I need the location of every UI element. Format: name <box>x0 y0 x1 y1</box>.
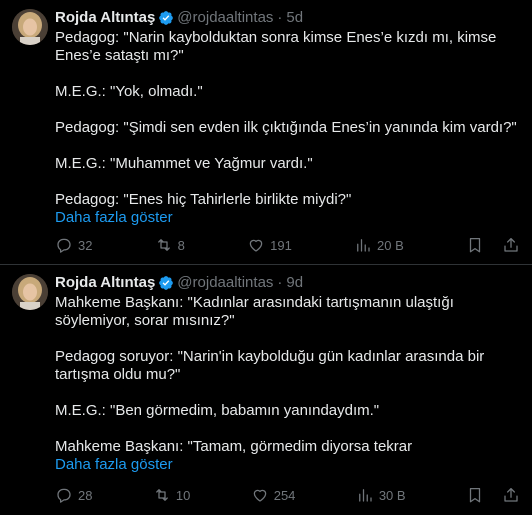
reply-icon <box>57 238 71 253</box>
heart-icon <box>253 489 266 502</box>
avatar[interactable] <box>12 9 48 45</box>
tweet-header: Rojda Altıntaş @rojdaaltintas · 9d <box>55 275 520 291</box>
share-icon <box>504 487 518 502</box>
like-button[interactable]: 254 <box>251 486 296 504</box>
author-name[interactable]: Rojda Altıntaş <box>55 275 155 291</box>
repost-count: 8 <box>177 237 185 253</box>
tweet-actions: 28 10 254 30 B <box>55 486 520 504</box>
views-button[interactable]: 30 B <box>356 486 406 504</box>
share-button[interactable] <box>502 486 520 504</box>
tweet-paragraph: Pedagog: "Narin kaybolduktan sonra kimse… <box>55 29 497 64</box>
bookmark-button[interactable] <box>466 486 484 504</box>
reply-button[interactable]: 32 <box>55 236 92 254</box>
like-button[interactable]: 191 <box>247 236 292 254</box>
views-chart-icon <box>358 489 372 502</box>
repost-icon <box>157 239 170 251</box>
reply-count: 28 <box>78 487 93 503</box>
tweet[interactable]: Rojda Altıntaş @rojdaaltintas · 5d Pedag… <box>0 0 532 265</box>
author-name[interactable]: Rojda Altıntaş <box>55 10 155 26</box>
author-handle[interactable]: @rojdaaltintas <box>177 10 273 26</box>
heart-icon <box>249 239 263 252</box>
repost-icon <box>155 489 168 501</box>
tweet-paragraph: Pedagog soruyor: "Narin'in kaybolduğu gü… <box>55 348 485 383</box>
tweet-text: Mahkeme Başkanı: "Kadınlar arasındaki ta… <box>55 294 520 474</box>
repost-button[interactable]: 8 <box>155 236 185 254</box>
bookmark-icon <box>469 237 481 253</box>
views-count: 30 B <box>378 487 406 503</box>
timeline-feed: Rojda Altıntaş @rojdaaltintas · 5d Pedag… <box>0 0 532 515</box>
separator-dot: · <box>277 9 283 26</box>
verified-badge-icon <box>159 276 174 290</box>
author-handle[interactable]: @rojdaaltintas <box>177 275 273 291</box>
avatar[interactable] <box>12 274 48 310</box>
share-button[interactable] <box>502 236 520 254</box>
views-count: 20 B <box>377 237 404 253</box>
show-more-link[interactable]: Daha fazla göster <box>55 209 520 227</box>
tweet-paragraph: Mahkeme Başkanı: "Kadınlar arasındaki ta… <box>55 294 454 329</box>
tweet-paragraph: M.E.G.: "Muhammet ve Yağmur vardı." <box>55 155 313 172</box>
tweet-paragraph: Pedagog: "Şimdi sen evden ilk çıktığında… <box>55 119 517 136</box>
tweet-header: Rojda Altıntaş @rojdaaltintas · 5d <box>55 10 520 26</box>
reply-button[interactable]: 28 <box>55 486 92 504</box>
timestamp[interactable]: 9d <box>286 275 303 291</box>
tweet-paragraph: M.E.G.: "Ben görmedim, babamın yanındayd… <box>55 402 380 419</box>
verified-badge-icon <box>159 11 174 25</box>
repost-count: 10 <box>175 487 191 503</box>
tweet[interactable]: Rojda Altıntaş @rojdaaltintas · 9d Mahke… <box>0 265 532 515</box>
views-chart-icon <box>357 239 370 252</box>
share-icon <box>504 237 518 252</box>
timestamp[interactable]: 5d <box>286 10 303 26</box>
reply-icon <box>57 488 71 503</box>
reply-count: 32 <box>78 237 93 253</box>
repost-button[interactable]: 10 <box>153 486 190 504</box>
tweet-paragraph: Mahkeme Başkanı: "Tamam, görmedim diyors… <box>55 438 413 455</box>
show-more-link[interactable]: Daha fazla göster <box>55 456 520 474</box>
tweet-text: Pedagog: "Narin kaybolduktan sonra kimse… <box>55 29 520 227</box>
separator-dot: · <box>277 274 283 291</box>
tweet-paragraph: Pedagog: "Enes hiç Tahirlerle birlikte m… <box>55 191 352 208</box>
like-count: 191 <box>270 237 292 253</box>
tweet-actions: 32 8 191 20 B <box>55 236 520 254</box>
tweet-paragraph: M.E.G.: "Yok, olmadı." <box>55 83 203 100</box>
like-count: 254 <box>273 487 296 503</box>
bookmark-icon <box>469 487 481 503</box>
bookmark-button[interactable] <box>466 236 484 254</box>
views-button[interactable]: 20 B <box>354 236 404 254</box>
